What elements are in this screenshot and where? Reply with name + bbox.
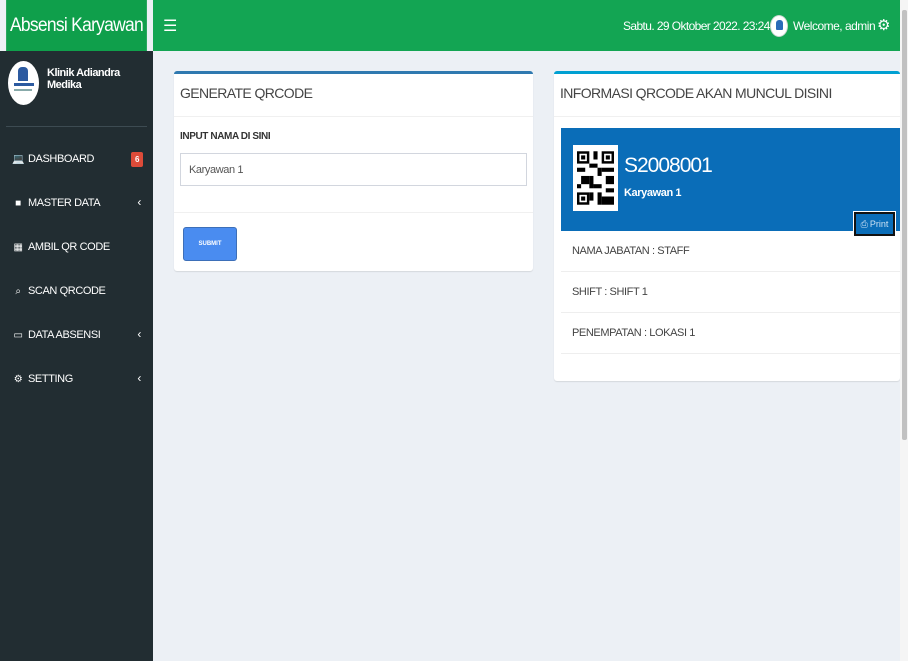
box-footer-divider: [174, 212, 533, 213]
search-icon: ⌕: [15, 285, 21, 297]
print-label: Print: [869, 219, 889, 229]
top-navbar: ☰ Sabtu. 29 Oktober 2022. 23:24:54 Welco…: [153, 0, 908, 51]
cogs-icon: ⚙: [13, 373, 23, 385]
clinic-name: Klinik Adiandra Medika: [47, 67, 120, 91]
qrcode-widget: S2008001 Karyawan 1 ⎙ Print: [561, 128, 900, 237]
scrollbar-thumb[interactable]: [902, 10, 907, 440]
welcome-text[interactable]: Welcome, admin: [793, 19, 876, 33]
clinic-logo: [8, 61, 39, 105]
info-row-shift: SHIFT : SHIFT 1: [561, 272, 900, 313]
app-brand[interactable]: Absensi Karyawan: [6, 0, 147, 51]
qrcode-icon: ▦: [13, 241, 23, 253]
employee-name: Karyawan 1: [624, 187, 682, 199]
sidebar: Klinik Adiandra Medika 💻 DASHBOARD 6 ■ M…: [0, 51, 153, 661]
notification-badge: 6: [131, 152, 143, 167]
sidebar-item-scan-qrcode[interactable]: ⌕ SCAN QRCODE: [0, 269, 153, 313]
sidebar-item-label: SETTING: [28, 373, 73, 385]
info-row-jabatan: NAMA JABATAN : STAFF: [561, 231, 900, 272]
qrcode-image: [573, 145, 618, 211]
submit-button[interactable]: SUBMIT: [183, 227, 237, 261]
sidebar-item-ambil-qr-code[interactable]: ▦ AMBIL QR CODE: [0, 225, 153, 269]
user-panel: Klinik Adiandra Medika: [6, 51, 147, 127]
qrcode-graphic: [577, 151, 614, 205]
chevron-left-icon: ‹: [137, 195, 141, 209]
name-input[interactable]: Karyawan 1: [180, 153, 527, 186]
hamburger-icon[interactable]: ☰: [163, 16, 177, 36]
employee-code: S2008001: [624, 154, 713, 177]
name-input-label: INPUT NAMA DI SINI: [180, 131, 271, 142]
sidebar-item-label: SCAN QRCODE: [28, 285, 106, 297]
chevron-left-icon: ‹: [137, 371, 141, 385]
sidebar-item-label: AMBIL QR CODE: [28, 241, 110, 253]
qrcode-info-box: INFORMASI QRCODE AKAN MUNCUL DISINI S200…: [554, 71, 900, 381]
laptop-icon: 💻: [12, 153, 25, 165]
chevron-left-icon: ‹: [137, 327, 141, 341]
cogs-icon[interactable]: ⚙: [877, 16, 890, 34]
sidebar-item-label: DASHBOARD: [28, 153, 95, 165]
sidebar-menu: 💻 DASHBOARD 6 ■ MASTER DATA ‹ ▦ AMBIL QR…: [0, 137, 153, 401]
generate-qrcode-box: GENERATE QRCODE INPUT NAMA DI SINI Karya…: [174, 71, 533, 271]
info-row-penempatan: PENEMPATAN : LOKASI 1: [561, 313, 900, 354]
sidebar-item-label: MASTER DATA: [28, 197, 101, 209]
sidebar-item-master-data[interactable]: ■ MASTER DATA ‹: [0, 181, 153, 225]
print-icon: ⎙: [860, 218, 868, 229]
sidebar-item-dashboard[interactable]: 💻 DASHBOARD 6: [0, 137, 153, 181]
sidebar-item-setting[interactable]: ⚙ SETTING ‹: [0, 357, 153, 401]
box-title: INFORMASI QRCODE AKAN MUNCUL DISINI: [554, 74, 900, 117]
datetime-display: Sabtu. 29 Oktober 2022. 23:24:54: [623, 19, 785, 33]
user-avatar[interactable]: [770, 15, 788, 37]
box-title: GENERATE QRCODE: [174, 74, 533, 117]
folder-open-icon: ▭: [13, 329, 23, 341]
sidebar-item-label: DATA ABSENSI: [28, 329, 101, 341]
sidebar-item-data-absensi[interactable]: ▭ DATA ABSENSI ‹: [0, 313, 153, 357]
folder-icon: ■: [15, 197, 21, 209]
